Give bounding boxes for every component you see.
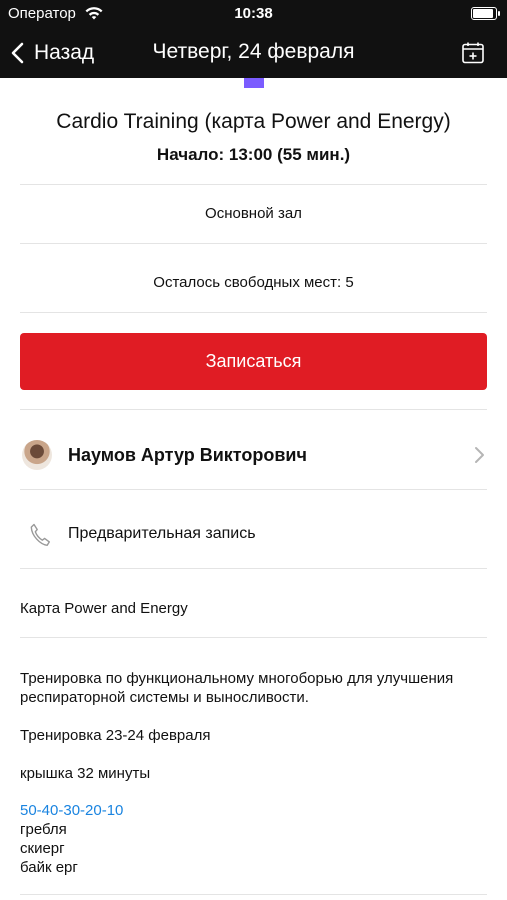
status-bar: Оператор 10:38 [0,0,507,28]
divider [20,184,487,185]
category-color-marker [244,78,264,88]
pre-booking-row[interactable]: Предварительная запись [20,515,487,555]
divider [20,894,487,895]
workout-item: скиерг [20,840,65,857]
divider [20,637,487,638]
hall-name: Основной зал [205,205,302,222]
trainer-avatar [22,440,52,470]
calendar-add-icon[interactable] [461,41,485,65]
chevron-left-icon [11,42,24,64]
divider [20,243,487,244]
navigation-bar: Назад Четверг, 24 февраля [0,28,507,78]
divider [20,489,487,490]
trainer-name: Наумов Артур Викторович [68,445,307,465]
signup-button[interactable]: Записаться [20,333,487,390]
chevron-right-icon [475,447,484,463]
back-label: Назад [34,41,95,64]
divider [20,409,487,410]
back-button[interactable]: Назад [10,38,94,68]
description-dates: Тренировка 23-24 февраля [20,727,211,744]
battery-icon [471,7,500,20]
workout-item: гребля [20,821,67,838]
workout-scheme-link[interactable]: 50-40-30-20-10 [20,801,123,820]
clock: 10:38 [234,5,273,22]
workout-block: 50-40-30-20-10 гребля скиерг байк ерг [20,801,123,877]
class-start-time: Начало: 13:00 (55 мин.) [156,145,351,164]
workout-item: байк ерг [20,859,78,876]
trainer-row[interactable]: Наумов Артур Викторович [20,430,487,480]
description-text: Тренировка по функциональному многоборью… [20,670,454,706]
phone-icon [30,523,50,546]
description-time-cap: крышка 32 минуты [20,765,151,782]
pre-booking-label: Предварительная запись [68,525,256,542]
divider [20,312,487,313]
divider [20,568,487,569]
class-title: Cardio Training (карта Power and Energy) [56,110,451,133]
free-seats: Осталось свободных мест: 5 [153,274,354,291]
membership-card-name: Карта Power and Energy [20,600,188,617]
